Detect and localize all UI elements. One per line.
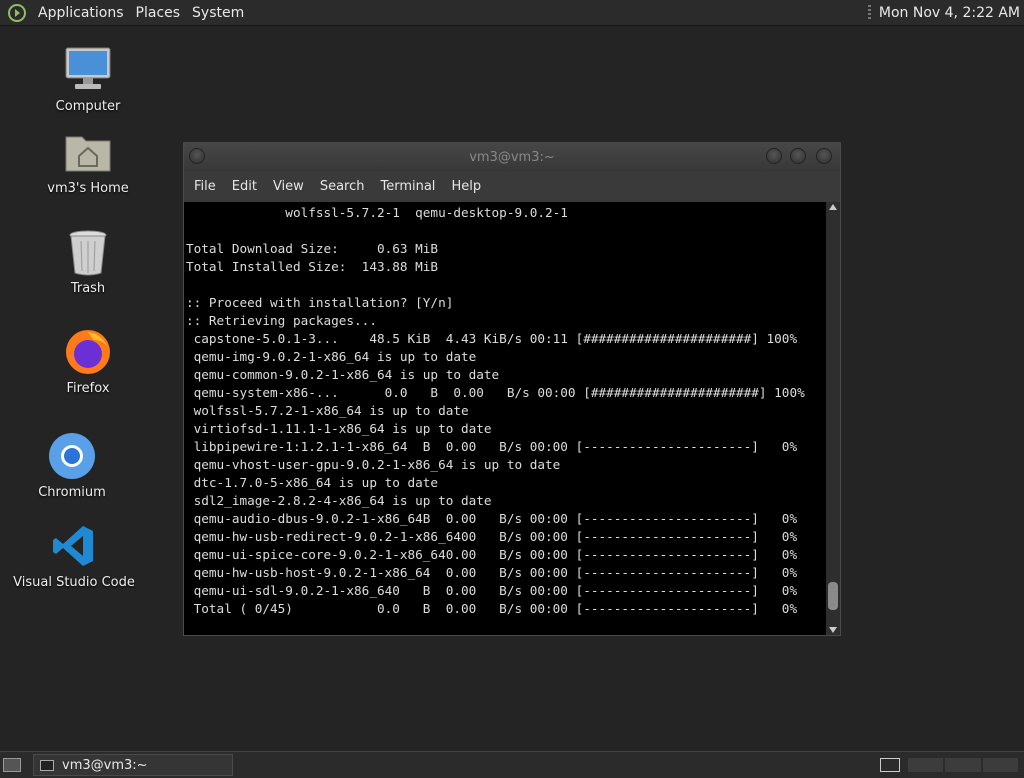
desktop-icon-label: Chromium <box>38 485 106 500</box>
menu-edit[interactable]: Edit <box>224 179 265 194</box>
firefox-icon <box>62 326 114 378</box>
terminal-line: sdl2_image-2.8.2-4-x86_64 is up to date <box>186 493 492 508</box>
scrollbar[interactable] <box>826 202 840 635</box>
workspace-1[interactable] <box>880 758 900 772</box>
scroll-down-arrow-icon[interactable] <box>829 627 837 633</box>
trash-icon <box>62 226 114 278</box>
terminal-line: qemu-img-9.0.2-1-x86_64 is up to date <box>186 349 477 364</box>
menu-applications[interactable]: Applications <box>33 5 129 21</box>
vscode-icon <box>48 520 100 572</box>
scroll-up-arrow-icon[interactable] <box>829 204 837 210</box>
terminal-line: :: Proceed with installation? [Y/n] <box>186 295 454 310</box>
terminal-line: wolfssl-5.7.2-1-x86_64 is up to date <box>186 403 469 418</box>
panel-separator <box>867 4 871 21</box>
minimize-button[interactable] <box>766 148 782 164</box>
terminal-text: wolfssl-5.7.2-1 qemu-desktop-9.0.2-1 Tot… <box>184 202 826 618</box>
desktop-icon-computer[interactable]: Computer <box>52 44 124 114</box>
terminal-line: qemu-hw-usb-host-9.0.2-1-x86_64 0.00 B/s… <box>186 565 798 580</box>
terminal-line: wolfssl-5.7.2-1 qemu-desktop-9.0.2-1 <box>186 205 568 220</box>
terminal-line: qemu-vhost-user-gpu-9.0.2-1-x86_64 is up… <box>186 457 561 472</box>
workspace-switcher[interactable] <box>908 758 1018 772</box>
terminal-icon <box>40 759 54 771</box>
terminal-line: capstone-5.0.1-3... 48.5 KiB 4.43 KiB/s … <box>186 331 798 346</box>
menu-terminal[interactable]: Terminal <box>372 179 443 194</box>
menu-help[interactable]: Help <box>443 179 489 194</box>
close-button[interactable] <box>816 148 832 164</box>
maximize-button[interactable] <box>790 148 806 164</box>
window-menu-button[interactable] <box>189 148 205 164</box>
desktop-icon-vscode[interactable]: Visual Studio Code <box>13 520 135 590</box>
terminal-line: qemu-audio-dbus-9.0.2-1-x86_64B 0.00 B/s… <box>186 511 798 526</box>
terminal-line: qemu-ui-spice-core-9.0.2-1-x86_640.00 B/… <box>186 547 798 562</box>
terminal-line: dtc-1.7.0-5-x86_64 is up to date <box>186 475 439 490</box>
desktop-icon-home[interactable]: vm3's Home <box>47 126 129 196</box>
titlebar[interactable]: vm3@vm3:~ <box>184 143 840 171</box>
terminal-line: :: Retrieving packages... <box>186 313 377 328</box>
distro-logo-icon[interactable] <box>8 3 26 22</box>
terminal-window[interactable]: vm3@vm3:~ File Edit View Search Terminal… <box>183 142 841 636</box>
show-desktop-icon[interactable] <box>3 758 21 772</box>
terminal-line: libpipewire-1:1.2.1-1-x86_64 B 0.00 B/s … <box>186 439 798 454</box>
taskbar-item-terminal[interactable]: vm3@vm3:~ <box>33 754 233 776</box>
terminal-menubar: File Edit View Search Terminal Help <box>184 171 840 201</box>
workspace-4[interactable] <box>982 758 1018 772</box>
workspace-3[interactable] <box>945 758 981 772</box>
desktop-icon-label: Firefox <box>66 381 110 396</box>
terminal-line: Total ( 0/45) 0.0 B 0.00 B/s 00:00 [----… <box>186 601 798 616</box>
scrollbar-thumb[interactable] <box>828 582 838 610</box>
workspace-2[interactable] <box>908 758 944 772</box>
desktop-icon-trash[interactable]: Trash <box>52 226 124 296</box>
terminal-line: Total Installed Size: 143.88 MiB <box>186 259 439 274</box>
window-title: vm3@vm3:~ <box>469 149 555 165</box>
terminal-line: qemu-system-x86-... 0.0 B 0.00 B/s 00:00… <box>186 385 805 400</box>
desktop-icon-label: Trash <box>70 281 106 296</box>
desktop-icon-firefox[interactable]: Firefox <box>52 326 124 396</box>
top-panel: Applications Places System Mon Nov 4, 2:… <box>0 0 1024 26</box>
terminal-line: qemu-ui-sdl-9.0.2-1-x86_640 B 0.00 B/s 0… <box>186 583 798 598</box>
desktop-icon-label: vm3's Home <box>47 181 129 196</box>
desktop-icon-label: Visual Studio Code <box>13 575 135 590</box>
computer-icon <box>62 44 114 96</box>
terminal-line: qemu-common-9.0.2-1-x86_64 is up to date <box>186 367 500 382</box>
terminal-line: qemu-hw-usb-redirect-9.0.2-1-x86_6400 B/… <box>186 529 798 544</box>
menu-file[interactable]: File <box>186 179 224 194</box>
chromium-icon <box>46 430 98 482</box>
bottom-panel: vm3@vm3:~ <box>0 751 1024 778</box>
terminal-line: virtiofsd-1.11.1-1-x86_64 is up to date <box>186 421 492 436</box>
menu-places[interactable]: Places <box>131 5 186 21</box>
desktop-icon-label: Computer <box>55 99 121 114</box>
menu-search[interactable]: Search <box>312 179 373 194</box>
terminal-line: Total Download Size: 0.63 MiB <box>186 241 439 256</box>
clock[interactable]: Mon Nov 4, 2:22 AM <box>879 5 1020 21</box>
terminal-output[interactable]: wolfssl-5.7.2-1 qemu-desktop-9.0.2-1 Tot… <box>184 202 826 635</box>
home-folder-icon <box>62 126 114 178</box>
menu-view[interactable]: View <box>265 179 312 194</box>
desktop-icon-chromium[interactable]: Chromium <box>36 430 108 500</box>
menu-system[interactable]: System <box>187 5 249 21</box>
task-label: vm3@vm3:~ <box>62 757 148 773</box>
